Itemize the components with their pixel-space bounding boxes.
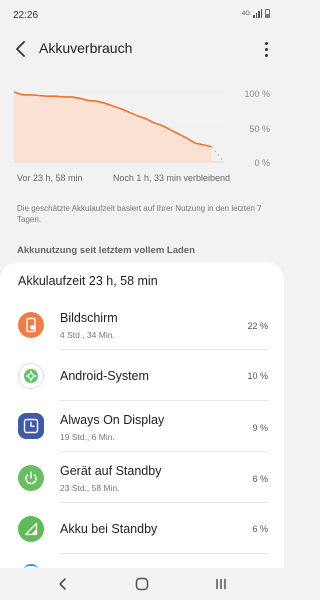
chart-projection <box>210 146 225 163</box>
divider <box>60 502 268 503</box>
usage-item-name: Android-System <box>60 369 149 383</box>
usage-item-detail: 19 Std., 6 Min. <box>60 432 115 442</box>
usage-item-detail: 23 Std., 58 Min. <box>60 483 120 493</box>
estimate-note: Die geschätzte Akkulaufzeit basiert auf … <box>17 204 262 224</box>
usage-item-always-on-display[interactable]: Always On Display 19 Std., 6 Min. 9 % <box>0 402 284 452</box>
nav-home-icon[interactable] <box>133 576 151 592</box>
usage-item-name: Akku bei Standby <box>60 522 158 536</box>
battery-icon <box>265 9 270 18</box>
status-icons: 4G <box>242 9 270 18</box>
usage-item-value: 6 % <box>252 524 268 534</box>
screen-icon <box>18 312 44 338</box>
usage-item-value: 10 % <box>247 371 268 381</box>
network-type: 4G <box>241 10 250 17</box>
navigation-bar <box>0 568 284 600</box>
page-title: Akkuverbrauch <box>39 40 133 56</box>
nav-recents-icon[interactable] <box>212 576 230 592</box>
back-arrow-icon[interactable] <box>10 38 32 60</box>
status-bar: 22:26 4G <box>0 0 284 28</box>
signal-icon <box>253 9 262 18</box>
usage-card: Akkulaufzeit 23 h, 58 min Bildschirm 4 S… <box>0 262 284 568</box>
usage-item-value: 9 % <box>252 423 268 433</box>
more-options-icon[interactable] <box>262 40 270 58</box>
chart-remaining-label: Noch 1 h, 33 min verbleibend <box>112 173 230 183</box>
divider <box>60 553 268 554</box>
card-header: Akkulaufzeit 23 h, 58 min <box>18 274 158 288</box>
section-title: Akkunutzung seit letztem vollem Laden <box>17 245 195 256</box>
usage-item-value: 22 % <box>247 321 268 331</box>
usage-item-name: Always On Display <box>60 413 165 427</box>
clock-icon <box>18 413 44 439</box>
android-settings-icon <box>18 363 44 389</box>
divider <box>60 400 268 401</box>
y-tick-0: 0 % <box>254 158 270 168</box>
app-bar: Akkuverbrauch <box>0 32 284 66</box>
usage-item-name: Gerät auf Standby <box>60 464 162 478</box>
usage-item-name: Bildschirm <box>60 311 118 325</box>
divider <box>60 451 268 452</box>
power-icon <box>18 465 44 491</box>
chart-start-label: Vor 23 h, 58 min <box>17 173 83 183</box>
divider <box>60 349 268 350</box>
signal-strength-icon <box>18 516 44 542</box>
usage-item-akku-bei-standby[interactable]: Akku bei Standby 6 % <box>0 504 284 554</box>
status-time: 22:26 <box>13 10 39 21</box>
nav-back-icon[interactable] <box>54 576 72 592</box>
usage-item-android-system[interactable]: Android-System 10 % <box>0 351 284 401</box>
y-tick-100: 100 % <box>244 89 270 99</box>
usage-item-bildschirm[interactable]: Bildschirm 4 Std., 34 Min. 22 % <box>0 300 284 350</box>
y-tick-50: 50 % <box>249 124 270 134</box>
usage-item-value: 6 % <box>252 474 268 484</box>
usage-item-geraet-auf-standby[interactable]: Gerät auf Standby 23 Std., 58 Min. 6 % <box>0 453 284 503</box>
usage-item-detail: 4 Std., 34 Min. <box>60 330 115 340</box>
